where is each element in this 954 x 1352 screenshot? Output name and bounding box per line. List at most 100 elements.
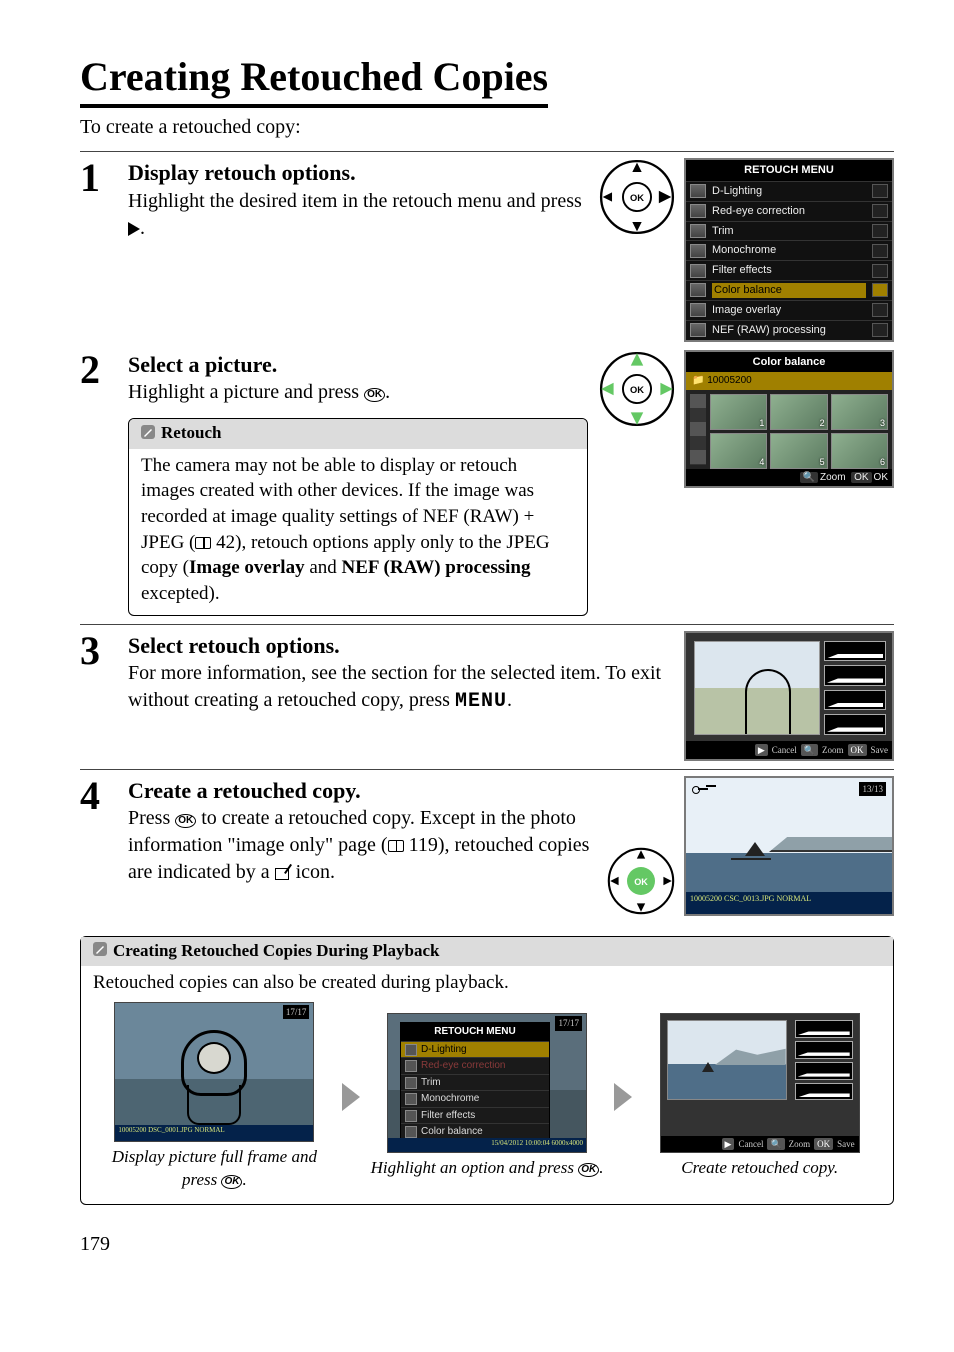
menu-label: Red-eye correction [712,204,866,219]
book-icon [195,537,211,549]
step-4-heading: Create a retouched copy. [128,776,596,806]
t4a: Press [128,807,175,829]
pb-folder: 10005200 DSC_0001.JPG NORMAL [118,1126,224,1140]
playback-note: Creating Retouched Copies During Playbac… [80,936,894,1205]
step-2-text-b: . [385,381,390,403]
step-1-heading: Display retouch options. [128,158,588,188]
svg-text:OK: OK [630,384,644,394]
playback-col-2: 17/17 RETOUCH MENU D-Lighting Red-eye co… [366,1013,609,1180]
step-2-text: Highlight a picture and press OK. [128,379,588,406]
popup-index: 17/17 [555,1016,582,1030]
playback-row: 17/17 10005200 DSC_0001.JPG NORMAL Displ… [93,1002,881,1192]
thumb-1: 1 [710,394,767,430]
cb-ok-label: OK [874,472,888,483]
playback-title: Creating Retouched Copies During Playbac… [113,941,439,960]
note-retouch: Retouch The camera may not be able to di… [128,418,588,615]
zoom-label: Zoom [789,1138,811,1150]
retouch-menu-screen: RETOUCH MENU D-Lighting Red-eye correcti… [684,158,894,342]
popup-label: Color balance [421,1125,483,1139]
note-bold-2: NEF (RAW) processing [342,557,531,578]
cb-title: Color balance [686,352,892,373]
step-arrow-icon [342,1083,360,1111]
result-screen: 13/13 10005200 CSC_0013.JPG NORMAL [684,776,894,916]
note-body-c: excepted). [141,583,220,604]
save-label: Save [837,1138,855,1150]
book-icon [388,840,404,852]
menu-label: Color balance [712,283,866,298]
thumb-5: 5 [770,433,827,469]
step-3-text-b: . [507,689,512,711]
step-1: 1 Display retouch options. Highlight the… [80,158,894,342]
playback-head: Creating Retouched Copies During Playbac… [81,937,893,967]
step-3-number: 3 [80,631,114,761]
menu-item-colorbalance: Color balance [686,280,892,300]
playback-fullframe: 17/17 10005200 DSC_0001.JPG NORMAL [114,1002,314,1142]
menu-label: Monochrome [712,243,866,258]
cb-thumb-grid: 1 2 3 4 5 6 [686,390,892,469]
menu-label: Image overlay [712,303,866,318]
popup-title: RETOUCH MENU [401,1023,549,1041]
thumb-6: 6 [831,433,888,469]
menu-label: NEF (RAW) processing [712,323,866,338]
ok-icon: OK [578,1163,599,1177]
step-4-number: 4 [80,776,114,916]
menu-label: Filter effects [712,263,866,278]
pencil-icon [141,423,155,446]
retouch-icon [275,866,291,880]
menu-item-trim: Trim [686,221,892,241]
menu-item-monochrome: Monochrome [686,240,892,260]
cb-footer: 🔍Zoom OKOK [686,469,892,487]
result-footer: 10005200 CSC_0013.JPG NORMAL [686,892,892,914]
menu-label: Trim [712,224,866,239]
popup-item: Red-eye correction [401,1057,549,1074]
step-3: 3 Select retouch options. For more infor… [80,631,894,761]
popup-footer: 15/04/2012 10:00:04 6000x4000 [388,1138,586,1152]
popup-item: Trim [401,1074,549,1091]
thumb-3: 3 [831,394,888,430]
cap2b: . [599,1158,603,1177]
cap1b: . [242,1170,246,1189]
note-bold-1: Image overlay [189,557,305,578]
color-balance-screen: Color balance 📁 10005200 1 2 3 4 5 6 🔍Zo… [684,350,894,489]
cb-folder-label: 10005200 [707,375,752,386]
cap2a: Highlight an option and press [371,1158,579,1177]
dpad-all-icon: OK [598,350,676,428]
step-3-text-a: For more information, see the section fo… [128,662,661,711]
menu-button-label: MENU [455,690,507,713]
right-arrow-icon [128,222,140,236]
t4c: icon. [291,861,335,883]
page-number: 179 [80,1231,894,1258]
playback-intro: Retouched copies can also be created dur… [93,970,881,996]
divider [80,624,894,625]
pb-index: 17/17 [283,1005,310,1019]
menu-item-filter: Filter effects [686,260,892,280]
retouch-preview-screen: ▶Cancel 🔍Zoom OKSave [684,631,894,761]
step-4-text: Press OK to create a retouched copy. Exc… [128,805,596,886]
cap1a: Display picture full frame and press [112,1147,317,1189]
intro-text: To create a retouched copy: [80,114,894,141]
ok-icon: OK [364,388,385,402]
preview-footer: ▶Cancel 🔍Zoom OKSave [686,741,892,759]
step-3-heading: Select retouch options. [128,631,674,661]
svg-text:OK: OK [634,877,648,887]
caption-2: Highlight an option and press OK. [366,1157,609,1180]
popup-label: Trim [421,1076,441,1090]
popup-label: Filter effects [421,1109,475,1123]
popup-item: Monochrome [401,1090,549,1107]
step-1-text-a: Highlight the desired item in the retouc… [128,190,582,212]
thumb-2: 2 [770,394,827,430]
pencil-icon [93,940,107,963]
ok-icon: OK [175,814,196,828]
save-label: Save [871,744,889,756]
step-1-number: 1 [80,158,114,342]
menu-item-dlighting: D-Lighting [686,181,892,201]
caption-1: Display picture full frame and press OK. [93,1146,336,1192]
dpad-ok-icon: OK [606,846,676,916]
popup-label: Monochrome [421,1092,479,1106]
playback-retouch-popup: 17/17 RETOUCH MENU D-Lighting Red-eye co… [387,1013,587,1153]
menu-item-overlay: Image overlay [686,300,892,320]
step-3-text: For more information, see the section fo… [128,660,674,715]
playback-col-3: ▶Cancel 🔍Zoom OKSave Create retouched co… [638,1013,881,1180]
divider [80,151,894,152]
step-2-number: 2 [80,350,114,616]
